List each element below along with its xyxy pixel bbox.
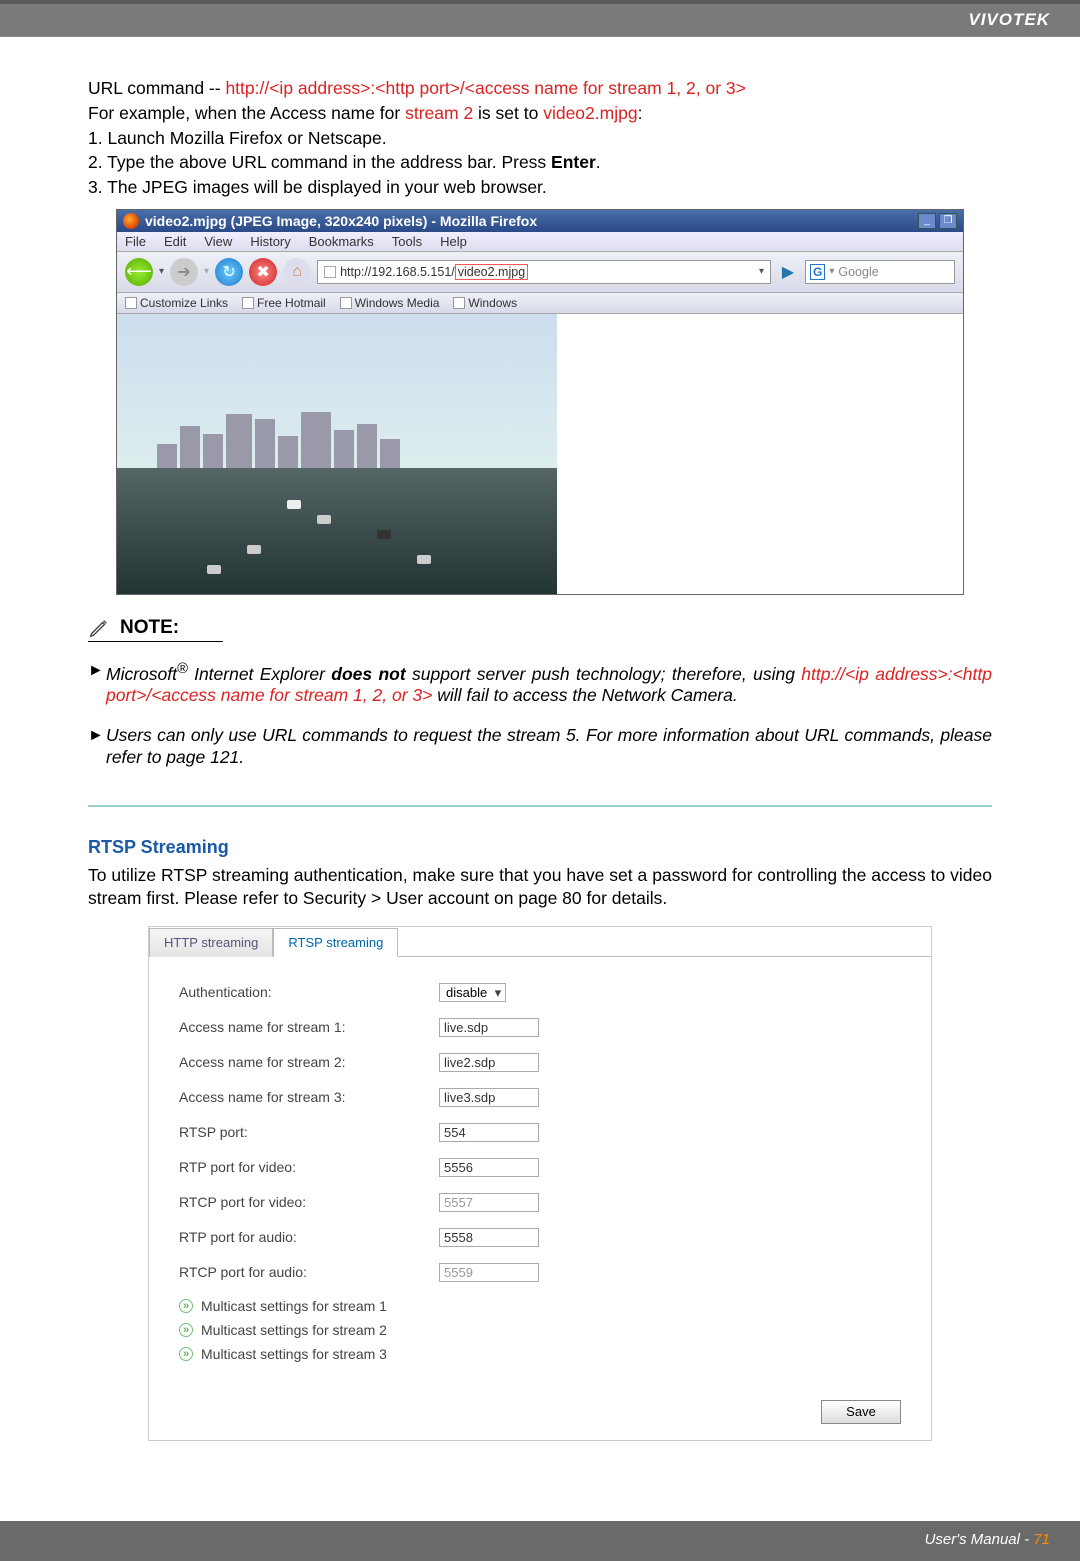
video-frame — [117, 314, 557, 594]
address-dropdown-icon[interactable]: ▾ — [759, 266, 764, 277]
menu-edit[interactable]: Edit — [164, 234, 186, 249]
save-button[interactable]: Save — [821, 1400, 901, 1424]
forward-dropdown-icon[interactable]: ▾ — [204, 266, 209, 277]
menu-help[interactable]: Help — [440, 234, 467, 249]
firefox-titlebar: video2.mjpg (JPEG Image, 320x240 pixels)… — [117, 210, 963, 232]
footer-label: User's Manual - — [925, 1531, 1034, 1548]
menu-tools[interactable]: Tools — [392, 234, 422, 249]
bookmark-icon — [242, 297, 254, 309]
note-heading: NOTE: — [120, 617, 179, 639]
rtsp-port-input[interactable]: 554 — [439, 1123, 539, 1142]
bookmark-item[interactable]: Windows Media — [340, 296, 440, 310]
url-command-line: URL command -- http://<ip address>:<http… — [88, 77, 992, 100]
bookmarks-toolbar: Customize Links Free Hotmail Windows Med… — [117, 293, 963, 314]
search-placeholder: Google — [838, 265, 878, 279]
multicast-stream2-toggle[interactable]: » Multicast settings for stream 2 — [179, 1322, 901, 1338]
stream1-label: Access name for stream 1: — [179, 1019, 439, 1035]
menu-history[interactable]: History — [250, 234, 290, 249]
brand-label: VIVOTEK — [968, 10, 1050, 30]
back-dropdown-icon[interactable]: ▾ — [159, 266, 164, 277]
rtsp-paragraph: To utilize RTSP streaming authentication… — [88, 864, 992, 910]
stop-icon[interactable]: ✖ — [249, 258, 277, 286]
rtp-video-input[interactable]: 5556 — [439, 1158, 539, 1177]
note-item-1: Microsoft® Internet Explorer does not su… — [88, 660, 992, 708]
rtp-audio-input[interactable]: 5558 — [439, 1228, 539, 1247]
bookmark-item[interactable]: Free Hotmail — [242, 296, 326, 310]
rtsp-heading: RTSP Streaming — [88, 837, 992, 858]
rtsp-settings-panel: HTTP streaming RTSP streaming Authentica… — [148, 926, 932, 1441]
firefox-icon — [123, 213, 139, 229]
page-icon — [324, 266, 336, 278]
rtcp-video-input[interactable]: 5557 — [439, 1193, 539, 1212]
home-icon[interactable]: ⌂ — [283, 258, 311, 286]
reload-icon[interactable]: ↻ — [215, 258, 243, 286]
stream2-input[interactable]: live2.sdp — [439, 1053, 539, 1072]
expand-icon: » — [179, 1347, 193, 1361]
address-bar[interactable]: http://192.168.5.151/video2.mjpg ▾ — [317, 260, 771, 284]
note-item-2: Users can only use URL commands to reque… — [88, 725, 992, 769]
rtcp-audio-input[interactable]: 5559 — [439, 1263, 539, 1282]
back-icon[interactable]: ⟵ — [125, 258, 153, 286]
step-2: 2. Type the above URL command in the add… — [88, 151, 992, 174]
window-title: video2.mjpg (JPEG Image, 320x240 pixels)… — [145, 213, 537, 229]
minimize-icon[interactable]: _ — [918, 213, 936, 229]
rtp-audio-label: RTP port for audio: — [179, 1229, 439, 1245]
note-icon — [88, 617, 110, 639]
bookmark-icon — [340, 297, 352, 309]
note-block: NOTE: Microsoft® Internet Explorer does … — [88, 617, 992, 807]
google-icon: G — [810, 264, 825, 280]
bookmark-icon — [125, 297, 137, 309]
bookmark-icon — [453, 297, 465, 309]
firefox-menubar[interactable]: File Edit View History Bookmarks Tools H… — [117, 232, 963, 252]
rtcp-audio-label: RTCP port for audio: — [179, 1264, 439, 1280]
bookmark-item[interactable]: Customize Links — [125, 296, 228, 310]
stream3-input[interactable]: live3.sdp — [439, 1088, 539, 1107]
multicast-stream1-toggle[interactable]: » Multicast settings for stream 1 — [179, 1298, 901, 1314]
menu-file[interactable]: File — [125, 234, 146, 249]
go-icon[interactable]: ▶ — [777, 261, 799, 283]
forward-icon[interactable]: ➔ — [170, 258, 198, 286]
stream3-label: Access name for stream 3: — [179, 1089, 439, 1105]
stream2-label: Access name for stream 2: — [179, 1054, 439, 1070]
menu-view[interactable]: View — [204, 234, 232, 249]
page-number: 71 — [1033, 1531, 1050, 1548]
window-controls: _ ❐ — [918, 213, 957, 229]
expand-icon: » — [179, 1323, 193, 1337]
firefox-window: video2.mjpg (JPEG Image, 320x240 pixels)… — [116, 209, 964, 595]
example-line: For example, when the Access name for st… — [88, 102, 992, 125]
step-1: 1. Launch Mozilla Firefox or Netscape. — [88, 127, 992, 150]
rtp-video-label: RTP port for video: — [179, 1159, 439, 1175]
stream1-input[interactable]: live.sdp — [439, 1018, 539, 1037]
search-engine-dropdown-icon[interactable]: ▾ — [829, 266, 834, 277]
firefox-toolbar: ⟵ ▾ ➔ ▾ ↻ ✖ ⌂ http://192.168.5.151/video… — [117, 252, 963, 293]
restore-icon[interactable]: ❐ — [939, 213, 957, 229]
bookmark-item[interactable]: Windows — [453, 296, 517, 310]
menu-bookmarks[interactable]: Bookmarks — [309, 234, 374, 249]
rtcp-video-label: RTCP port for video: — [179, 1194, 439, 1210]
tab-http-streaming[interactable]: HTTP streaming — [149, 928, 273, 957]
multicast-stream3-toggle[interactable]: » Multicast settings for stream 3 — [179, 1346, 901, 1362]
expand-icon: » — [179, 1299, 193, 1313]
step-3: 3. The JPEG images will be displayed in … — [88, 176, 992, 199]
tab-rtsp-streaming[interactable]: RTSP streaming — [273, 928, 398, 957]
rtsp-port-label: RTSP port: — [179, 1124, 439, 1140]
auth-label: Authentication: — [179, 984, 439, 1000]
search-box[interactable]: G ▾ Google — [805, 260, 955, 284]
auth-select[interactable]: disable — [439, 983, 506, 1002]
